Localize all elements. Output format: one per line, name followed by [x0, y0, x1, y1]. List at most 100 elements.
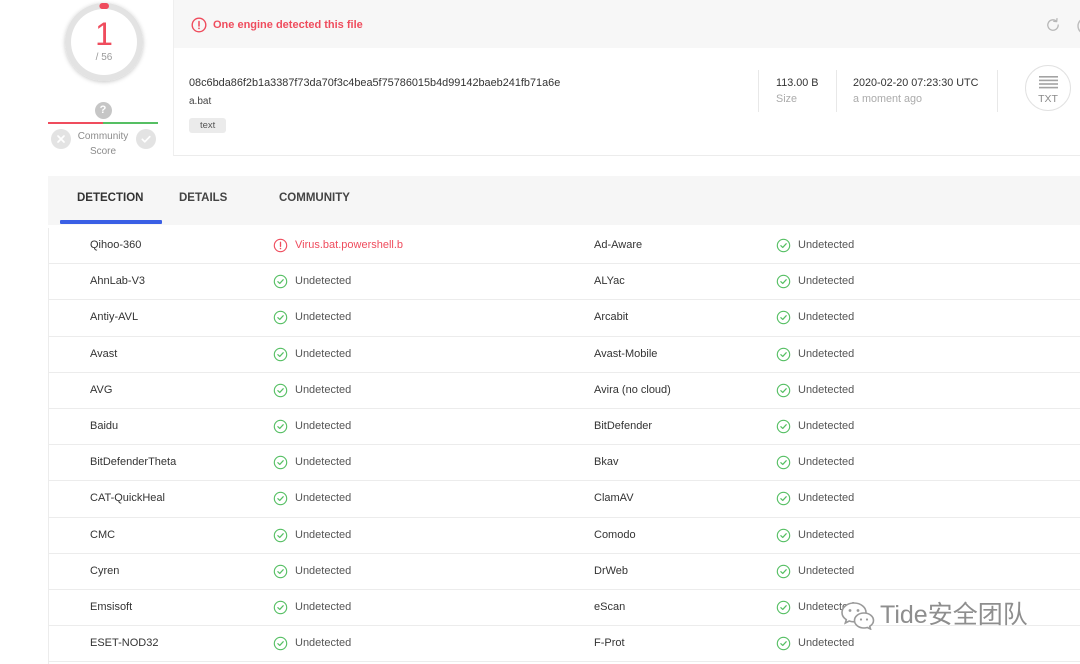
- engine-name: CMC: [90, 528, 116, 541]
- engine-name: ALYac: [594, 275, 625, 288]
- engine-name: eScan: [594, 600, 626, 613]
- check-circle-icon: [776, 310, 791, 325]
- engine-name: Avast: [90, 347, 118, 360]
- detection-result: Virus.bat.powershell.b: [295, 239, 404, 251]
- engine-name: Comodo: [594, 528, 636, 541]
- check-circle-icon: [273, 274, 288, 289]
- detection-result: Undetected: [798, 419, 855, 432]
- x-circle-icon: [57, 135, 65, 143]
- engine-name: Baidu: [90, 419, 119, 432]
- detection-result: Undetected: [295, 600, 352, 613]
- detection-result: Undetected: [798, 564, 855, 577]
- check-circle-icon: [776, 238, 791, 253]
- check-circle-icon: [273, 455, 288, 470]
- check-circle-icon: [273, 419, 288, 434]
- engine-name: F-Prot: [594, 637, 625, 650]
- check-circle-icon: [273, 528, 288, 543]
- engine-name: Ad-Aware: [594, 239, 643, 251]
- check-circle-icon: [776, 274, 791, 289]
- engine-name: BitDefender: [594, 419, 653, 432]
- check-circle-icon: [776, 419, 791, 434]
- detection-result: Undetected: [798, 239, 855, 251]
- engine-name: ESET-NOD32: [90, 637, 159, 650]
- detection-row: CAT-QuickHeal Undetected ClamAV Undetected: [49, 481, 1080, 518]
- engine-name: DrWeb: [594, 564, 629, 577]
- detection-result: Undetected: [295, 456, 352, 469]
- detection-result: Undetected: [295, 637, 352, 650]
- detection-row: Avast Undetected Avast-Mobile Undetected: [49, 337, 1080, 373]
- check-circle-icon: [273, 636, 288, 651]
- refresh-icon: [1047, 17, 1059, 31]
- file-size-label: Size: [776, 93, 798, 105]
- detection-row: Antiy-AVL Undetected Arcabit Undetected: [49, 300, 1080, 337]
- tab-details[interactable]: DETAILS: [179, 191, 227, 205]
- vote-malicious-button[interactable]: [51, 129, 71, 149]
- engine-name: CAT-QuickHeal: [90, 492, 165, 505]
- detection-row: BitDefenderTheta Undetected Bkav Undetected: [49, 445, 1080, 482]
- check-circle-icon: [776, 383, 791, 398]
- community-score-value: ?: [94, 101, 112, 119]
- detection-table: Qihoo-360 Virus.bat.powershell.b Ad-Aware U…: [48, 228, 1080, 664]
- engine-name: ClamAV: [594, 492, 634, 505]
- file-name: a.bat: [189, 96, 212, 107]
- detection-result: Undetected: [295, 528, 352, 541]
- detection-count: 1: [95, 16, 113, 52]
- check-circle-icon: [273, 383, 288, 398]
- detection-row: AhnLab-V3 Undetected ALYac Undetected: [49, 264, 1080, 301]
- detection-row: ESET-NOD32 Undetected F-Prot Undetected: [49, 626, 1080, 663]
- check-circle-icon: [776, 491, 791, 506]
- tab-community[interactable]: COMMUNITY: [279, 191, 350, 205]
- check-circle-icon: [141, 135, 151, 143]
- community-score-bar-harmless: [103, 122, 158, 124]
- tab-detection[interactable]: DETECTION: [77, 191, 143, 205]
- detection-result: Undetected: [798, 492, 855, 505]
- total-engines-label: / 56: [95, 52, 113, 63]
- community-score-bar-malicious: [48, 122, 103, 124]
- detection-result: Undetected: [295, 492, 352, 505]
- txt-file-icon: [1039, 76, 1058, 89]
- check-circle-icon: [273, 491, 288, 506]
- detection-row: Qihoo-360 Virus.bat.powershell.b Ad-Aware U…: [49, 228, 1080, 265]
- check-circle-icon: [776, 564, 791, 579]
- engine-name: Bkav: [594, 456, 619, 469]
- detection-row: AVG Undetected Avira (no cloud) Undetected: [49, 373, 1080, 409]
- engine-name: Emsisoft: [90, 600, 133, 613]
- detection-result: Undetected: [295, 564, 352, 577]
- engine-name: Cyren: [90, 564, 120, 577]
- check-circle-icon: [273, 600, 288, 615]
- detection-row: CMC Undetected Comodo Undetected: [49, 518, 1080, 554]
- divider: [997, 70, 998, 112]
- engine-name: BitDefenderTheta: [90, 456, 177, 469]
- cut-off-toolbar-icon[interactable]: [1072, 14, 1080, 38]
- detection-result: Undetected: [798, 637, 855, 650]
- alert-circle-icon: [191, 17, 207, 33]
- detection-result: Undetected: [798, 275, 855, 288]
- active-tab-indicator: [60, 220, 162, 224]
- check-circle-icon: [776, 636, 791, 651]
- divider: [836, 70, 837, 112]
- detection-row: Cyren Undetected DrWeb Undetected: [49, 554, 1080, 590]
- engine-name: Antiy-AVL: [90, 311, 139, 324]
- community-score-bar: [48, 122, 158, 124]
- alert-circle-icon: [273, 238, 288, 253]
- file-type-label: TXT: [1038, 93, 1058, 105]
- detection-alert-text: One engine detected this file: [213, 19, 363, 31]
- detection-result: Undetected: [295, 275, 352, 288]
- detection-result: Undetected: [798, 528, 855, 541]
- check-circle-icon: [273, 347, 288, 362]
- wechat-icon: [841, 602, 875, 630]
- file-size-value: 113.00 B: [776, 77, 819, 89]
- check-circle-icon: [776, 455, 791, 470]
- watermark-text: Tide安全团队: [880, 601, 1028, 629]
- reanalyze-button[interactable]: [1045, 17, 1061, 33]
- file-tag[interactable]: text: [189, 118, 227, 133]
- vote-harmless-button[interactable]: [136, 129, 156, 149]
- detection-result: Undetected: [798, 456, 855, 469]
- detection-result: Undetected: [798, 383, 855, 396]
- engine-name: AhnLab-V3: [90, 275, 146, 288]
- check-circle-icon: [273, 564, 288, 579]
- engine-name: Arcabit: [594, 311, 629, 324]
- check-circle-icon: [273, 310, 288, 325]
- engine-name: Avira (no cloud): [594, 383, 671, 396]
- analysis-date-relative: a moment ago: [853, 93, 923, 105]
